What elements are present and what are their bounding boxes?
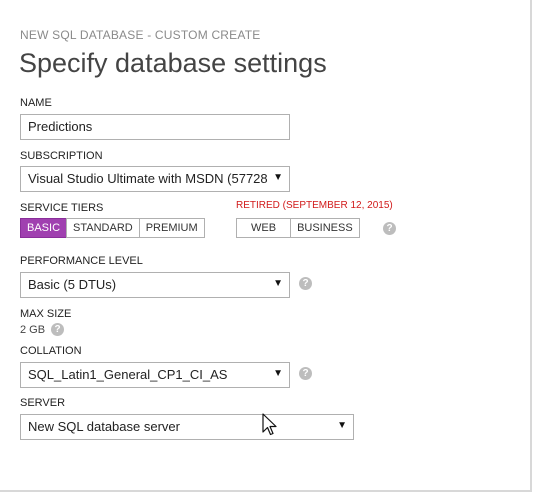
help-icon[interactable]: ?	[299, 277, 312, 290]
collation-value: SQL_Latin1_General_CP1_CI_AS	[28, 367, 228, 382]
retired-tiers-label: RETIRED (SEPTEMBER 12, 2015)	[236, 200, 393, 211]
chevron-down-icon: ▼	[337, 420, 347, 431]
performance-level-label: PERFORMANCE LEVEL	[20, 255, 143, 267]
collation-select[interactable]: SQL_Latin1_General_CP1_CI_AS ▼	[20, 362, 290, 388]
performance-level-select[interactable]: Basic (5 DTUs) ▼	[20, 272, 290, 298]
service-tier-group: BASIC STANDARD PREMIUM	[20, 218, 205, 238]
max-size-value: 2 GB	[20, 324, 46, 336]
retired-tier-group: WEB BUSINESS	[236, 218, 360, 238]
subscription-label: SUBSCRIPTION	[20, 150, 103, 162]
collation-label: COLLATION	[20, 345, 82, 357]
wizard-title: NEW SQL DATABASE - CUSTOM CREATE	[20, 28, 261, 42]
help-icon[interactable]: ?	[299, 367, 312, 380]
tier-basic-button[interactable]: BASIC	[20, 218, 68, 238]
subscription-value: Visual Studio Ultimate with MSDN (577289…	[28, 171, 268, 186]
tier-web-button[interactable]: WEB	[236, 218, 292, 238]
performance-level-value: Basic (5 DTUs)	[28, 277, 117, 292]
help-icon[interactable]: ?	[51, 323, 64, 336]
name-input[interactable]: Predictions	[20, 114, 290, 140]
server-select[interactable]: New SQL database server ▼	[20, 414, 354, 440]
page-title: Specify database settings	[19, 48, 327, 78]
server-value: New SQL database server	[28, 419, 180, 434]
help-icon[interactable]: ?	[383, 222, 396, 235]
server-label: SERVER	[20, 397, 66, 409]
tier-premium-button[interactable]: PREMIUM	[138, 218, 205, 238]
chevron-down-icon: ▼	[273, 278, 283, 289]
mouse-pointer-icon	[262, 413, 277, 436]
name-label: NAME	[20, 97, 52, 109]
tier-standard-button[interactable]: STANDARD	[66, 218, 140, 238]
chevron-down-icon: ▼	[273, 172, 283, 183]
chevron-down-icon: ▼	[273, 368, 283, 379]
service-tiers-label: SERVICE TIERS	[20, 202, 104, 214]
subscription-select[interactable]: Visual Studio Ultimate with MSDN (577289…	[20, 166, 290, 192]
tier-business-button[interactable]: BUSINESS	[290, 218, 360, 238]
max-size-label: MAX SIZE	[20, 308, 72, 320]
